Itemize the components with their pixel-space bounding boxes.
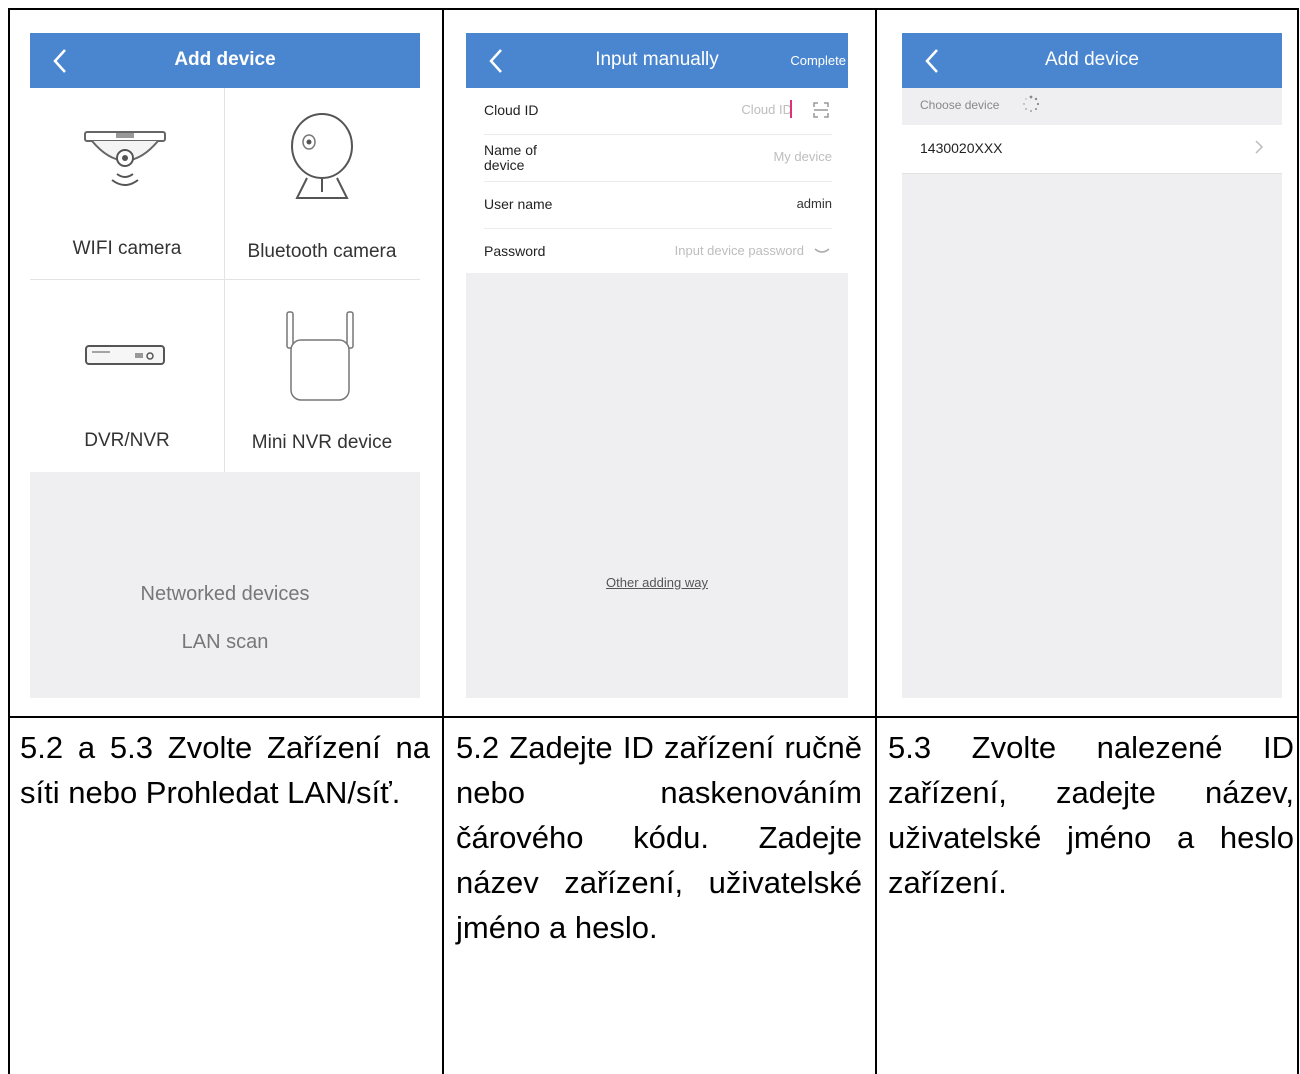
- header-bar: Add device: [30, 33, 420, 88]
- device-form: Cloud ID Cloud ID Name of device My devi…: [466, 88, 848, 273]
- device-name-row[interactable]: Name of device My device: [484, 135, 832, 182]
- cloud-id-row[interactable]: Cloud ID Cloud ID: [484, 88, 832, 135]
- cloud-id-input[interactable]: Cloud ID: [741, 102, 792, 117]
- page-title: Add device: [1044, 49, 1139, 70]
- wifi-camera-icon: [84, 131, 166, 186]
- caption-1: 5.2 a 5.3 Zvolte Zařízení na síti nebo P…: [20, 730, 430, 810]
- caption-3: 5.3 Zvolte nalezené ID zařízení, zadejte…: [888, 730, 1294, 900]
- choose-device-screen: Add device Choose device 1430020XXX: [902, 33, 1282, 698]
- field-label: Name of device: [484, 142, 537, 173]
- tile-bluetooth-camera[interactable]: Bluetooth camera: [225, 88, 419, 279]
- table-right-border: [1297, 8, 1299, 1074]
- device-list-item[interactable]: 1430020XXX: [902, 125, 1282, 174]
- page-title: Add device: [174, 49, 276, 70]
- header-bar: Input manually Complete: [466, 33, 848, 88]
- device-type-grid: WIFI camera Bluetooth camera DVR/NVR Min…: [30, 88, 420, 472]
- scan-barcode-icon[interactable]: [812, 101, 830, 119]
- header-bar: Add device: [902, 33, 1282, 88]
- tile-label: Bluetooth camera: [247, 241, 397, 262]
- eye-closed-icon[interactable]: [814, 246, 830, 256]
- mini-nvr-router-icon: [286, 311, 354, 401]
- field-label: Cloud ID: [484, 102, 539, 118]
- tile-divider: [30, 279, 420, 280]
- add-device-screen: Add device WIFI camera Bluetooth camera …: [30, 33, 420, 698]
- table-middle-border: [8, 716, 1298, 718]
- bluetooth-camera-icon: [291, 113, 353, 199]
- input-manually-screen: Input manually Complete Cloud ID Cloud I…: [466, 33, 848, 698]
- lan-scan-link[interactable]: LAN scan: [30, 631, 420, 654]
- dvr-recorder-icon: [85, 345, 165, 365]
- tile-mini-nvr[interactable]: Mini NVR device: [225, 280, 419, 471]
- tile-label: WIFI camera: [72, 238, 182, 259]
- loading-spinner-icon: [1023, 95, 1040, 112]
- other-adding-way-link[interactable]: Other adding way: [466, 575, 848, 590]
- networked-devices-link[interactable]: Networked devices: [30, 583, 420, 606]
- complete-button[interactable]: Complete: [790, 53, 846, 68]
- table-divider-2: [875, 8, 877, 1074]
- field-label: User name: [484, 196, 553, 212]
- tile-dvr-nvr[interactable]: DVR/NVR: [30, 280, 224, 471]
- caption-2: 5.2 Zadejte ID zařízení ručně nebo naske…: [456, 730, 862, 945]
- field-label: Password: [484, 243, 546, 259]
- text-cursor: [790, 100, 792, 118]
- tile-divider: [224, 88, 225, 472]
- tile-label: Mini NVR device: [251, 432, 393, 453]
- choose-device-label: Choose device: [920, 98, 1000, 112]
- table-top-border: [8, 8, 1298, 10]
- tile-label: DVR/NVR: [84, 430, 170, 451]
- password-input[interactable]: Input device password: [675, 243, 804, 258]
- password-row[interactable]: Password Input device password: [484, 229, 832, 275]
- user-name-row[interactable]: User name admin: [484, 182, 832, 229]
- chevron-right-icon: [1255, 140, 1264, 154]
- user-name-input[interactable]: admin: [797, 196, 832, 211]
- tile-wifi-camera[interactable]: WIFI camera: [30, 88, 224, 279]
- device-id: 1430020XXX: [920, 140, 1003, 156]
- table-left-border: [8, 8, 10, 1074]
- table-divider-1: [442, 8, 444, 1074]
- device-name-input[interactable]: My device: [773, 149, 832, 164]
